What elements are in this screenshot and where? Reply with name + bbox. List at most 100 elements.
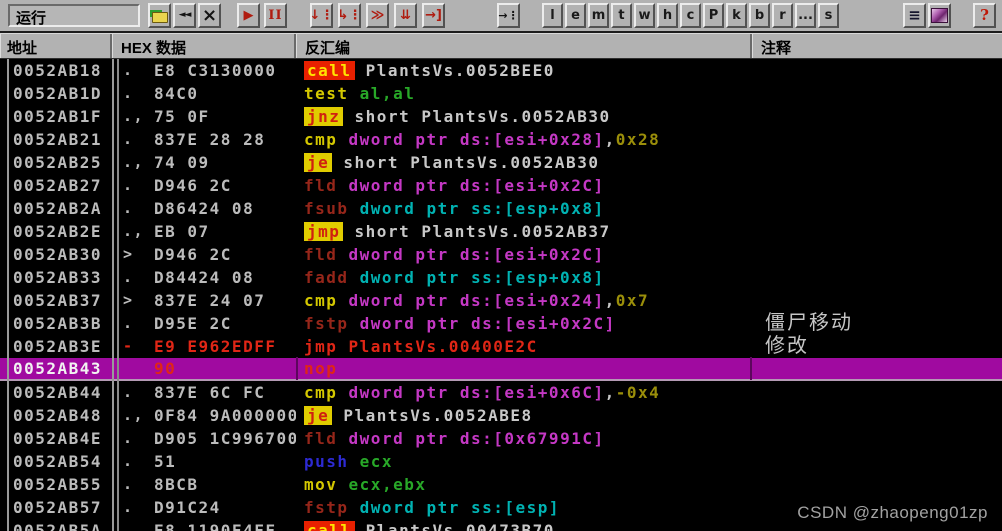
rewind-button[interactable]: ◄◄ <box>173 3 196 28</box>
disasm-row[interactable]: 0052AB18. E8 C3130000 call PlantsVs.0052BE… <box>0 59 1002 82</box>
column-header-comment[interactable]: 注释 <box>752 34 1002 58</box>
disasm-cell: cmp dword ptr ds:[esi+0x28],0x28 <box>296 128 752 151</box>
windows-window-button[interactable]: w <box>634 3 655 28</box>
address-cell: 0052AB21 <box>13 130 103 149</box>
runtrace-window-button[interactable]: ... <box>795 3 816 28</box>
disasm-token: , <box>604 383 616 402</box>
callstack-window-icon: k <box>732 8 741 23</box>
disasm-cell: mov ecx,ebx <box>296 473 752 496</box>
step-over-button[interactable]: ↳⋮ <box>338 3 361 28</box>
disasm-row[interactable]: 0052AB1F., 75 0F jnz short PlantsVs.0052AB… <box>0 105 1002 128</box>
disasm-token: dword ptr ss:[esp+0x8] <box>348 268 605 287</box>
flow-marker: . <box>123 475 134 493</box>
disasm-row[interactable]: 0052AB4E. D905 1C996700 fld dword ptr ds:[… <box>0 427 1002 450</box>
disasm-cell: fld dword ptr ds:[0x67991C] <box>296 427 752 450</box>
address-cell: 0052AB2A <box>13 199 103 218</box>
disasm-token: mov <box>304 475 338 494</box>
disasm-row[interactable]: 0052AB25., 74 09 je short PlantsVs.0052AB3… <box>0 151 1002 174</box>
disasm-row[interactable]: 0052AB2E., EB 07 jmp short PlantsVs.0052AB… <box>0 220 1002 243</box>
help-button[interactable]: ? <box>973 3 996 28</box>
disasm-token: je <box>304 153 333 172</box>
handles-window-button[interactable]: h <box>657 3 678 28</box>
address-cell: 0052AB18 <box>13 61 103 80</box>
animate-over-icon: ⇊ <box>400 8 411 23</box>
disasm-row[interactable]: 0052AB55. 8BCB mov ecx,ebx <box>0 473 1002 496</box>
flow-marker: . <box>123 429 134 447</box>
flow-marker: - <box>123 337 134 355</box>
hex-bytes-cell: E8 1190F4FF <box>154 521 277 531</box>
disasm-cell: call PlantsVs.0052BEE0 <box>296 59 752 82</box>
disasm-row[interactable]: 0052AB33. D84424 08 fadd dword ptr ss:[esp… <box>0 266 1002 289</box>
disasm-row[interactable]: 0052AB1D. 84C0 test al,al <box>0 82 1002 105</box>
appearance-button[interactable] <box>928 3 951 28</box>
disasm-row[interactable]: 0052AB27. D946 2C fld dword ptr ds:[esi+0x… <box>0 174 1002 197</box>
hex-bytes-cell: 84C0 <box>154 84 199 103</box>
run-to-return-button[interactable]: →] <box>422 3 445 28</box>
column-header-disassembly[interactable]: 反汇编 <box>296 34 752 58</box>
address-cell: 0052AB54 <box>13 452 103 471</box>
references-window-button[interactable]: r <box>772 3 793 28</box>
disasm-row[interactable]: 0052AB54. 51 push ecx <box>0 450 1002 473</box>
pause-icon: II <box>268 8 283 23</box>
open-file-button[interactable] <box>148 3 171 28</box>
column-header-hexdata[interactable]: HEX 数据 <box>112 34 296 58</box>
disasm-token: call <box>304 61 355 80</box>
hex-bytes-cell: D946 2C <box>154 176 232 195</box>
patches-window-button[interactable]: P <box>703 3 724 28</box>
executables-window-button[interactable]: e <box>565 3 586 28</box>
close-button[interactable]: × <box>198 3 221 28</box>
disasm-cell: nop <box>296 357 752 380</box>
disasm-row[interactable]: 0052AB2A. D86424 08 fsub dword ptr ss:[esp… <box>0 197 1002 220</box>
animate-into-icon: ≫ <box>370 8 385 23</box>
disasm-token: fstp <box>304 498 349 517</box>
toolbar: 运行 ◄◄ × ▶ II ↓⋮ ↳⋮ ≫ ⇊ →] →⋮ l e m t w h c Pk b r... s ≡? <box>0 0 1002 33</box>
disassembly-pane[interactable]: 0052AB18. E8 C3130000 call PlantsVs.0052BE… <box>0 59 1002 531</box>
source-window-button[interactable]: s <box>818 3 839 28</box>
address-cell: 0052AB2E <box>13 222 103 241</box>
hex-bytes-cell: 0F84 9A000000 <box>154 406 296 425</box>
disasm-token: fsub <box>304 199 349 218</box>
disasm-cell: cmp dword ptr ds:[esi+0x24],0x7 <box>296 289 752 312</box>
animate-into-button[interactable]: ≫ <box>366 3 389 28</box>
breakpoints-window-button[interactable]: b <box>749 3 770 28</box>
hex-bytes-cell: EB 07 <box>154 222 210 241</box>
hex-bytes-cell: E9 E962EDFF <box>154 337 277 356</box>
memory-window-button[interactable]: m <box>588 3 609 28</box>
hex-bytes-cell: 837E 24 07 <box>154 291 266 310</box>
comment-cell: 修改 <box>752 335 1002 358</box>
hex-bytes-cell: 74 09 <box>154 153 210 172</box>
run-icon: ▶ <box>243 8 254 23</box>
disasm-row[interactable]: 0052AB37 >837E 24 07 cmp dword ptr ds:[esi… <box>0 289 1002 312</box>
run-status-box: 运行 <box>8 4 140 27</box>
step-into-icon: ↓⋮ <box>309 8 334 23</box>
hex-bytes-cell: D946 2C <box>154 245 232 264</box>
flow-marker: . <box>123 176 134 194</box>
disasm-token: fld <box>304 176 338 195</box>
flow-marker: . <box>123 383 134 401</box>
disasm-row[interactable]: 0052AB44. 837E 6C FC cmp dword ptr ds:[esi… <box>0 381 1002 404</box>
disasm-row[interactable]: 0052AB48., 0F84 9A000000 je PlantsVs.0052A… <box>0 404 1002 427</box>
animate-over-button[interactable]: ⇊ <box>394 3 417 28</box>
threads-window-button[interactable]: t <box>611 3 632 28</box>
rewind-icon: ◄◄ <box>178 10 192 20</box>
log-window-button[interactable]: l <box>542 3 563 28</box>
step-into-button[interactable]: ↓⋮ <box>310 3 333 28</box>
go-to-button[interactable]: →⋮ <box>497 3 520 28</box>
disasm-row[interactable]: 0052AB3E - E9 E962EDFF jmp PlantsVs.00400E2… <box>0 335 1002 358</box>
disasm-row[interactable]: 0052AB21. 837E 28 28 cmp dword ptr ds:[esi… <box>0 128 1002 151</box>
disasm-token: dword ptr ds:[esi+0x24] <box>337 291 605 310</box>
log-window-icon: l <box>550 8 555 23</box>
pause-button[interactable]: II <box>264 3 287 28</box>
disasm-row[interactable]: 0052AB3B. D95E 2C fstp dword ptr ds:[esi+0… <box>0 312 1002 335</box>
column-header-address[interactable]: 地址 <box>0 34 112 58</box>
disasm-row[interactable]: 0052AB30 > D946 2C fld dword ptr ds:[esi+0x… <box>0 243 1002 266</box>
options-button[interactable]: ≡ <box>903 3 926 28</box>
callstack-window-button[interactable]: k <box>726 3 747 28</box>
disasm-token: dword ptr ss:[esp+0x8] <box>348 199 605 218</box>
cpu-window-button[interactable]: c <box>680 3 701 28</box>
disasm-row[interactable]: 0052AB43 90 nop <box>0 357 1002 381</box>
address-cell: 0052AB5A <box>13 521 103 531</box>
appearance-icon <box>931 8 948 23</box>
disasm-token: fld <box>304 245 338 264</box>
run-button[interactable]: ▶ <box>237 3 260 28</box>
